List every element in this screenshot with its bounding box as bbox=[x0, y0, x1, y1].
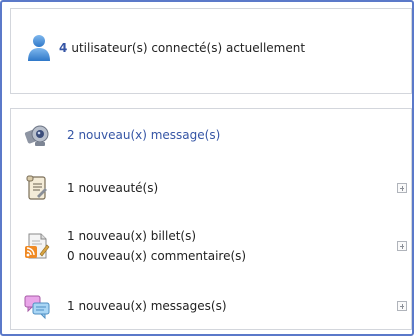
private-messages-label: 1 nouveau(x) messages(s) bbox=[67, 299, 227, 313]
online-users-row: 4 utilisateur(s) connecté(s) actuellemen… bbox=[25, 33, 305, 63]
expand-news-button[interactable] bbox=[397, 183, 407, 193]
new-messages-link[interactable]: 2 nouveau(x) message(s) bbox=[67, 125, 220, 145]
user-icon bbox=[25, 33, 53, 63]
new-comments-label: 0 nouveau(x) commentaire(s) bbox=[67, 249, 247, 263]
expand-messages-button[interactable] bbox=[397, 301, 407, 311]
news-panel: 2 nouveau(x) message(s) 1 nouveauté(s) 1… bbox=[10, 108, 412, 330]
rss-document-icon bbox=[23, 232, 51, 260]
chat-bubbles-icon bbox=[23, 292, 51, 320]
list-item: 1 nouveau(x) messages(s) bbox=[23, 291, 407, 321]
new-posts-label: 1 nouveau(x) billet(s) bbox=[67, 229, 197, 243]
online-users-panel: 4 utilisateur(s) connecté(s) actuellemen… bbox=[10, 8, 412, 94]
dashboard-frame: 4 utilisateur(s) connecté(s) actuellemen… bbox=[0, 0, 414, 336]
expand-posts-button[interactable] bbox=[397, 241, 407, 251]
webcam-icon bbox=[23, 121, 51, 149]
list-item: 2 nouveau(x) message(s) bbox=[23, 121, 407, 149]
online-users-label: utilisateur(s) connecté(s) actuellement bbox=[71, 41, 306, 55]
online-user-count: 4 bbox=[59, 41, 68, 55]
list-item: 1 nouveauté(s) bbox=[23, 173, 407, 203]
news-count-label: 1 nouveauté(s) bbox=[67, 181, 159, 195]
scroll-note-icon bbox=[23, 174, 51, 202]
list-item: 1 nouveau(x) billet(s) 0 nouveau(x) comm… bbox=[23, 221, 407, 271]
